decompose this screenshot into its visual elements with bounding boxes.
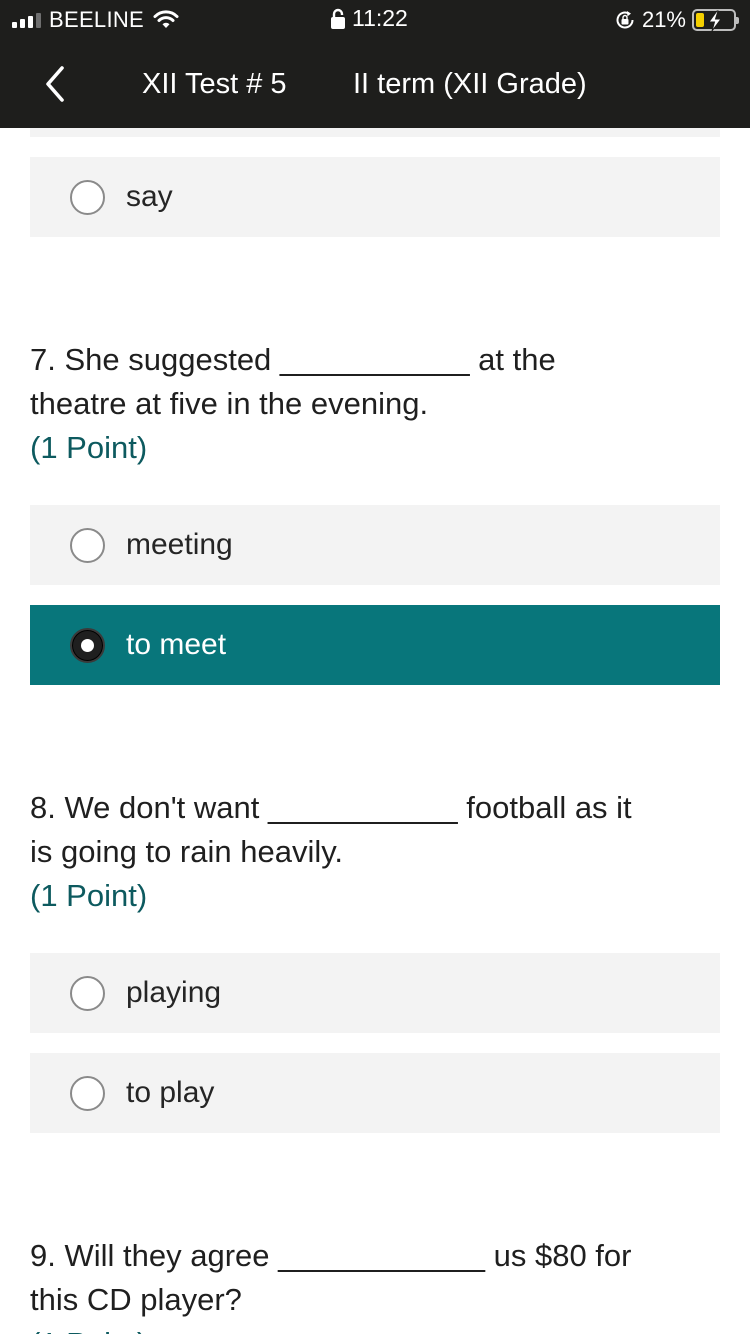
status-bar: BEELINE 11:22 21%	[0, 0, 750, 40]
signal-icon	[12, 12, 41, 28]
form-content[interactable]: say 7. She suggested ___________ at the …	[0, 128, 750, 1334]
option-label: playing	[126, 976, 222, 1009]
chevron-left-icon[interactable]	[36, 64, 72, 104]
status-time: 11:22	[352, 5, 408, 31]
option-label: to play	[126, 1076, 215, 1109]
radio-button[interactable]	[70, 975, 105, 1011]
wifi-icon	[153, 10, 179, 28]
option-meeting[interactable]: meeting	[30, 505, 720, 585]
form-title: XII Test # 5	[142, 68, 287, 100]
radio-button[interactable]	[70, 179, 105, 215]
rotation-lock-icon	[616, 11, 634, 29]
status-right: 21%	[614, 7, 739, 33]
option-label: meeting	[126, 528, 233, 561]
question-text-line: is going to rain heavily.	[30, 834, 344, 869]
battery-level-fill	[696, 13, 704, 27]
carrier-name: BEELINE	[49, 7, 145, 32]
option-to-play[interactable]: to play	[30, 1053, 720, 1133]
nav-bar: XII Test # 5 II term (XII Grade)	[0, 44, 750, 128]
question-text-line: this CD player?	[30, 1282, 242, 1317]
question-text-line: theatre at five in the evening.	[30, 386, 429, 421]
option-playing[interactable]: playing	[30, 953, 720, 1033]
option-label: say	[126, 180, 173, 213]
top-bar: BEELINE 11:22 21% XII Test # 5 II term (…	[0, 0, 750, 128]
option-say[interactable]: say	[30, 157, 720, 237]
section-title: II term (XII Grade)	[353, 68, 587, 100]
battery-percent: 21%	[641, 7, 686, 32]
status-left: BEELINE	[12, 7, 180, 33]
option-label: to meet	[126, 628, 227, 661]
battery-charging-icon	[692, 9, 739, 32]
previous-option-card	[30, 128, 720, 137]
radio-button[interactable]	[70, 1075, 105, 1111]
question-points: (1 Point)	[30, 1322, 720, 1334]
question-points: (1 Point)	[30, 878, 148, 913]
question-7: 7. She suggested ___________ at the thea…	[30, 338, 720, 470]
question-text-line: 8. We don't want ___________ football as…	[30, 790, 632, 825]
option-to-meet[interactable]: to meet	[30, 605, 720, 685]
charging-bolt-icon	[708, 10, 722, 32]
question-text-line: 9. Will they agree ____________ us $80 f…	[30, 1238, 632, 1273]
question-points: (1 Point)	[30, 430, 148, 465]
radio-button-selected[interactable]	[70, 627, 105, 663]
lock-icon	[331, 8, 345, 29]
question-text-line: 7. She suggested ___________ at the	[30, 342, 556, 377]
radio-button[interactable]	[70, 527, 105, 563]
question-9: 9. Will they agree ____________ us $80 f…	[30, 1234, 720, 1334]
question-8: 8. We don't want ___________ football as…	[30, 786, 720, 918]
status-center: 11:22	[330, 5, 408, 32]
